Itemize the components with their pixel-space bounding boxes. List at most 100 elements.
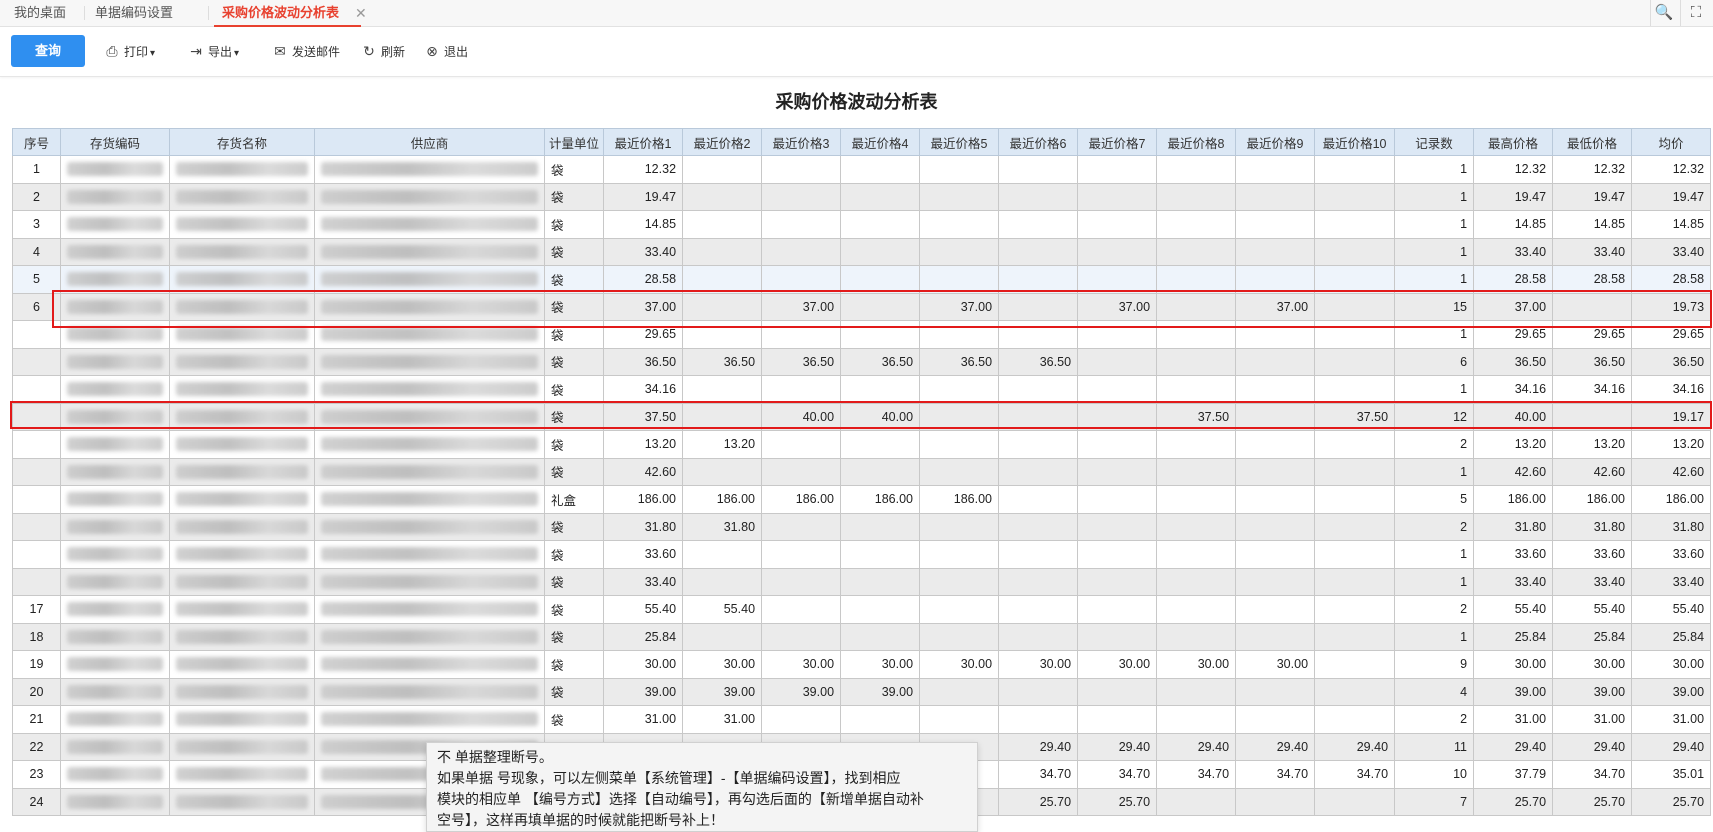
supplier-cell — [314, 540, 545, 569]
table-row[interactable]: 4 袋 33.40 1 33.40 33.40 33.40 — [12, 237, 1712, 266]
table-row[interactable]: 礼盒 186.00 186.00 186.00 186.00 186.00 5 186.00 1… — [12, 485, 1712, 514]
max-price-cell: 42.60 — [1473, 457, 1554, 486]
avg-price-cell: 14.85 — [1631, 210, 1712, 239]
table-row[interactable]: 袋 42.60 1 42.60 42.60 42.60 — [12, 457, 1712, 486]
recent-price-cell: 40.00 — [840, 402, 921, 431]
query-button[interactable]: 查询 — [11, 35, 85, 67]
table-row[interactable]: 袋 31.80 31.80 2 31.80 31.80 31.80 — [12, 512, 1712, 541]
exit-button[interactable]: ⊗ 退出 — [424, 41, 468, 61]
close-icon[interactable]: ✕ — [355, 0, 367, 26]
column-header[interactable]: 序号 — [12, 128, 61, 156]
avg-price-cell: 25.84 — [1631, 622, 1712, 651]
search-icon[interactable]: 🔍 — [1651, 0, 1677, 26]
tab-price-analysis[interactable]: 采购价格波动分析表 — [214, 0, 362, 27]
recent-price-cell — [998, 512, 1079, 541]
column-header[interactable]: 最近价格2 — [682, 128, 763, 156]
send-mail-button[interactable]: ✉ 发送邮件 — [272, 41, 340, 61]
min-price-cell: 33.60 — [1552, 540, 1633, 569]
column-header[interactable]: 均价 — [1631, 128, 1712, 156]
tab-code-settings[interactable]: 单据编码设置 — [95, 0, 173, 26]
max-price-cell: 14.85 — [1473, 210, 1554, 239]
record-count-cell: 1 — [1394, 265, 1475, 294]
table-row[interactable]: 2 袋 19.47 1 19.47 19.47 19.47 — [12, 182, 1712, 211]
table-row[interactable]: 20 袋 39.00 39.00 39.00 39.00 4 39.00 39.00 39.00 — [12, 677, 1712, 706]
table-row[interactable]: 3 袋 14.85 1 14.85 14.85 14.85 — [12, 210, 1712, 239]
item-name-cell — [169, 457, 315, 486]
supplier-cell — [314, 677, 545, 706]
recent-price-cell — [1314, 622, 1396, 651]
column-header[interactable]: 最近价格3 — [761, 128, 842, 156]
column-header[interactable]: 最近价格10 — [1314, 128, 1396, 156]
redacted-text — [176, 519, 308, 534]
table-row[interactable]: 1 袋 12.32 1 12.32 12.32 12.32 — [12, 155, 1712, 184]
max-price-cell: 12.32 — [1473, 155, 1554, 184]
unit-cell: 袋 — [543, 375, 605, 404]
recent-price-cell — [1077, 265, 1158, 294]
recent-price-cell — [1314, 650, 1396, 679]
recent-price-cell: 30.00 — [998, 650, 1079, 679]
max-price-cell: 31.80 — [1473, 512, 1554, 541]
column-header[interactable]: 最近价格4 — [840, 128, 921, 156]
table-row[interactable]: 袋 34.16 1 34.16 34.16 34.16 — [12, 375, 1712, 404]
recent-price-cell — [840, 210, 921, 239]
recent-price-cell — [682, 155, 763, 184]
tab-my-desktop[interactable]: 我的桌面 — [14, 0, 66, 26]
refresh-button[interactable]: ↻ 刷新 — [361, 41, 405, 61]
column-header[interactable]: 最近价格1 — [603, 128, 684, 156]
redacted-text — [321, 712, 538, 727]
redacted-text — [176, 492, 308, 507]
recent-price-cell: 36.50 — [919, 347, 1000, 376]
column-header[interactable]: 最近价格9 — [1235, 128, 1316, 156]
redacted-text — [67, 519, 163, 534]
column-header[interactable]: 最低价格 — [1552, 128, 1633, 156]
table-row[interactable]: 袋 13.20 13.20 2 13.20 13.20 13.20 — [12, 430, 1712, 459]
table-row[interactable]: 5 袋 28.58 1 28.58 28.58 28.58 — [12, 265, 1712, 294]
recent-price-cell — [1077, 512, 1158, 541]
unit-cell: 袋 — [543, 265, 605, 294]
table-row[interactable]: 袋 29.65 1 29.65 29.65 29.65 — [12, 320, 1712, 349]
table-row[interactable]: 21 袋 31.00 31.00 2 31.00 31.00 31.00 — [12, 705, 1712, 734]
avg-price-cell: 42.60 — [1631, 457, 1712, 486]
min-price-cell: 39.00 — [1552, 677, 1633, 706]
column-header[interactable]: 最近价格6 — [998, 128, 1079, 156]
redacted-text — [67, 464, 163, 479]
recent-price-cell — [1235, 347, 1316, 376]
recent-price-cell — [1077, 677, 1158, 706]
table-row[interactable]: 袋 33.60 1 33.60 33.60 33.60 — [12, 540, 1712, 569]
table-row[interactable]: 18 袋 25.84 1 25.84 25.84 25.84 — [12, 622, 1712, 651]
table-row[interactable]: 19 袋 30.00 30.00 30.00 30.00 30.00 30.00 30.00 30… — [12, 650, 1712, 679]
column-header[interactable]: 计量单位 — [543, 128, 605, 156]
recent-price-cell: 55.40 — [603, 595, 684, 624]
unit-cell: 袋 — [543, 402, 605, 431]
recent-price-cell: 34.16 — [603, 375, 684, 404]
fullscreen-icon[interactable]: ⛶ — [1683, 0, 1709, 26]
supplier-cell — [314, 512, 545, 541]
column-header[interactable]: 供应商 — [314, 128, 545, 156]
table-row[interactable]: 17 袋 55.40 55.40 2 55.40 55.40 55.40 — [12, 595, 1712, 624]
table-row[interactable]: 袋 36.50 36.50 36.50 36.50 36.50 36.50 6 36.50 36.… — [12, 347, 1712, 376]
table-row[interactable]: 袋 37.50 40.00 40.00 37.50 37.50 12 40.00 19.17 — [12, 402, 1712, 431]
column-header[interactable]: 最近价格8 — [1156, 128, 1237, 156]
supplier-cell — [314, 650, 545, 679]
export-button[interactable]: ⇥ 导出 ▾ — [188, 41, 239, 61]
column-header[interactable]: 最近价格5 — [919, 128, 1000, 156]
column-header[interactable]: 最高价格 — [1473, 128, 1554, 156]
table-row[interactable]: 袋 33.40 1 33.40 33.40 33.40 — [12, 567, 1712, 596]
print-button[interactable]: ⎙ 打印 ▾ — [104, 41, 155, 61]
column-header[interactable]: 最近价格7 — [1077, 128, 1158, 156]
min-price-cell: 28.58 — [1552, 265, 1633, 294]
recent-price-cell — [998, 705, 1079, 734]
column-header[interactable]: 存货名称 — [169, 128, 315, 156]
row-number-cell: 21 — [12, 705, 61, 734]
column-header[interactable]: 存货编码 — [60, 128, 170, 156]
redacted-text — [67, 602, 163, 617]
max-price-cell: 186.00 — [1473, 485, 1554, 514]
min-price-cell: 42.60 — [1552, 457, 1633, 486]
column-header[interactable]: 记录数 — [1394, 128, 1475, 156]
table-row[interactable]: 6 袋 37.00 37.00 37.00 37.00 37.00 15 37.00 19.73 — [12, 292, 1712, 321]
recent-price-cell — [1314, 375, 1396, 404]
redacted-text — [67, 767, 163, 782]
redacted-text — [321, 602, 538, 617]
recent-price-cell — [919, 155, 1000, 184]
redacted-text — [176, 299, 308, 314]
